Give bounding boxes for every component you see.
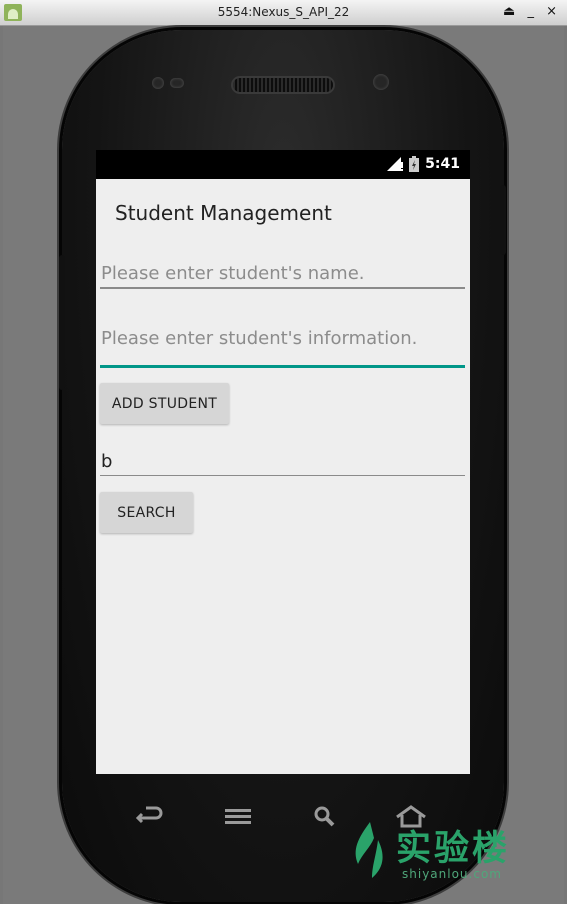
window-title: 5554:Nexus_S_API_22 [217,5,350,19]
app-content: Student Management ADD STUDENT SEARCH [96,179,470,774]
student-name-input[interactable] [100,258,465,288]
minimize-icon[interactable]: _ [527,4,538,19]
student-info-input[interactable] [100,323,465,353]
search-input[interactable] [100,446,465,476]
power-button [500,185,506,255]
name-input-underline [100,287,465,289]
volume-rocker [59,255,65,390]
device-screen: 5:41 Student Management ADD STUDENT SEAR… [96,150,470,774]
menu-icon[interactable] [222,804,254,828]
signal-icon [387,157,404,171]
status-bar: 5:41 [96,150,470,179]
search-button[interactable]: SEARCH [100,492,193,533]
window-titlebar: 5554:Nexus_S_API_22 ⏏ _ × [0,0,567,26]
eject-icon[interactable]: ⏏ [503,4,519,19]
close-icon[interactable]: × [546,4,561,19]
light-sensor [170,78,184,88]
status-time: 5:41 [425,156,460,172]
search-icon[interactable] [310,804,342,828]
add-student-button[interactable]: ADD STUDENT [100,383,229,424]
search-input-underline [100,475,465,476]
proximity-sensor [152,77,164,89]
back-icon[interactable] [134,804,166,828]
info-input-underline-focused [100,365,465,368]
battery-icon [409,156,420,172]
shiyanlou-logo-icon [355,822,383,878]
earpiece-speaker [233,78,333,92]
watermark-text: 实验楼 [396,829,511,869]
front-camera [373,74,389,90]
watermark: 实验楼 shiyanlou.com [344,818,524,888]
watermark-subtext: shiyanlou.com [402,867,502,881]
page-title: Student Management [115,201,332,225]
